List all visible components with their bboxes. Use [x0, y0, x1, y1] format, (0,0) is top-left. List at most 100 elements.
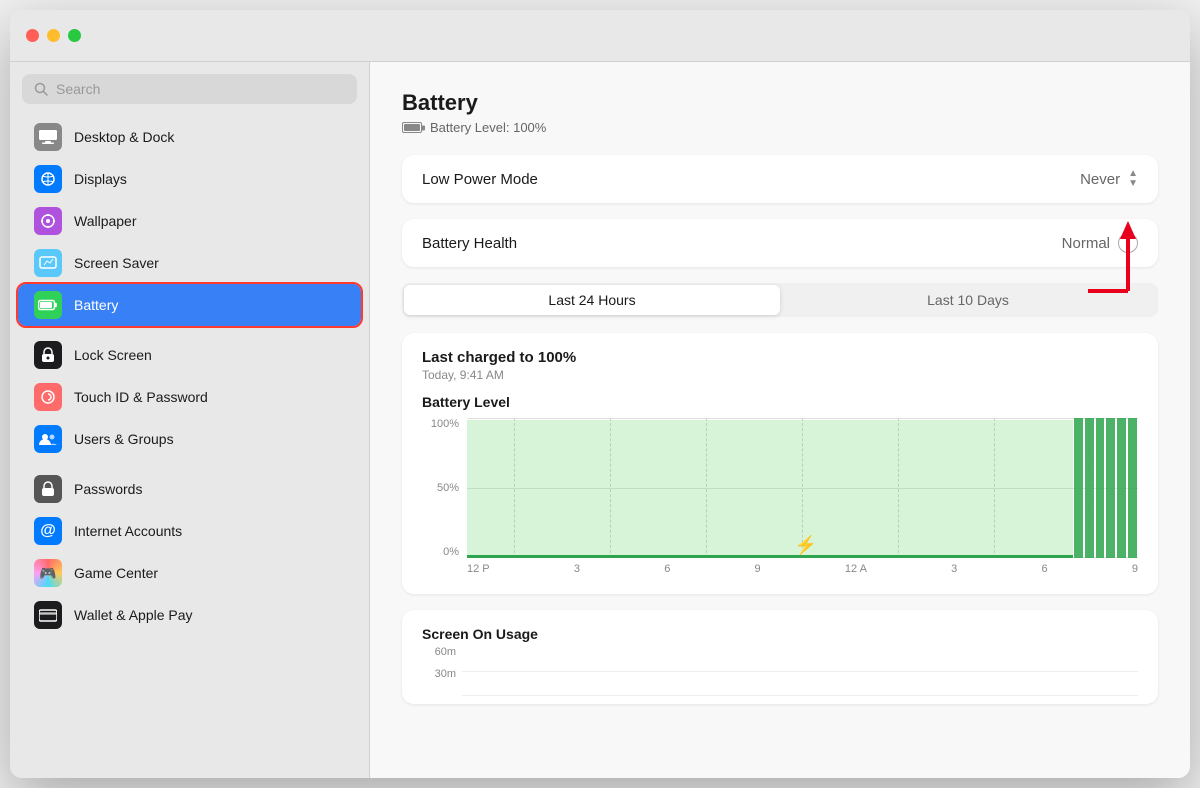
screen-y-30m: 30m — [435, 668, 456, 680]
battery-fill-area — [467, 420, 1073, 558]
minimize-button[interactable] — [47, 29, 60, 42]
stepper-control[interactable]: ▲ ▼ — [1128, 169, 1138, 189]
close-button[interactable] — [26, 29, 39, 42]
battery-chart-section: Last charged to 100% Today, 9:41 AM Batt… — [402, 333, 1158, 594]
users-groups-label: Users & Groups — [74, 431, 174, 447]
x-label-3a: 3 — [574, 563, 580, 575]
y-label-100: 100% — [431, 418, 459, 430]
wallet-icon — [34, 601, 62, 629]
red-arrow-svg — [1080, 211, 1140, 301]
page-title: Battery — [402, 90, 1158, 116]
x-label-9a: 9 — [755, 563, 761, 575]
wallpaper-label: Wallpaper — [74, 213, 137, 229]
traffic-lights — [26, 29, 81, 42]
internet-accounts-label: Internet Accounts — [74, 523, 182, 539]
y-axis: 100% 50% 0% — [422, 418, 467, 578]
search-icon — [34, 82, 48, 96]
main-content: Battery Battery Level: 100% Low Power Mo… — [370, 62, 1190, 778]
users-groups-icon — [34, 425, 62, 453]
battery-sidebar-label: Battery — [74, 297, 118, 313]
battery-baseline — [467, 555, 1073, 558]
battery-icon-subtitle — [402, 122, 422, 133]
sidebar-item-game-center[interactable]: 🎮 Game Center — [18, 552, 361, 594]
page-header: Battery Battery Level: 100% — [402, 90, 1158, 135]
separator-1 — [10, 326, 369, 334]
game-center-icon: 🎮 — [34, 559, 62, 587]
x-label-6a: 6 — [664, 563, 670, 575]
x-axis-labels: 12 P 3 6 9 12 A 3 6 9 — [467, 560, 1138, 578]
last-charged-label: Last charged to 100% — [422, 349, 1138, 366]
screen-usage-section: Screen On Usage 60m 30m — [402, 610, 1158, 704]
sidebar-item-desktop-dock[interactable]: Desktop & Dock — [18, 116, 361, 158]
x-label-12a: 12 A — [845, 563, 867, 575]
battery-sidebar-icon — [34, 291, 62, 319]
touch-id-label: Touch ID & Password — [74, 389, 208, 405]
screen-y-60m: 60m — [435, 646, 456, 658]
low-power-row: Low Power Mode Never ▲ ▼ — [402, 155, 1158, 203]
wallet-label: Wallet & Apple Pay — [74, 607, 193, 623]
lightning-icon: ⚡ — [795, 535, 817, 556]
desktop-dock-label: Desktop & Dock — [74, 129, 174, 145]
charging-area — [1073, 418, 1138, 558]
lock-screen-label: Lock Screen — [74, 347, 152, 363]
chart-plot-area: ⚡ 12 P 3 6 9 12 A 3 6 9 — [467, 418, 1138, 578]
separator-2 — [10, 460, 369, 468]
battery-health-wrapper: Battery Health Normal i — [402, 219, 1158, 267]
displays-label: Displays — [74, 171, 127, 187]
last-charged-time: Today, 9:41 AM — [422, 368, 1138, 382]
y-label-0: 0% — [443, 546, 459, 558]
sidebar: Search Desktop & Dock — [10, 62, 370, 778]
displays-icon — [34, 165, 62, 193]
main-window: Search Desktop & Dock — [10, 10, 1190, 778]
search-bar[interactable]: Search — [22, 74, 357, 104]
sidebar-item-users-groups[interactable]: Users & Groups — [18, 418, 361, 460]
maximize-button[interactable] — [68, 29, 81, 42]
screen-saver-icon — [34, 249, 62, 277]
x-label-3b: 3 — [951, 563, 957, 575]
y-label-50: 50% — [437, 482, 459, 494]
tab-24h[interactable]: Last 24 Hours — [404, 285, 780, 315]
sidebar-item-displays[interactable]: Displays — [18, 158, 361, 200]
wallpaper-icon — [34, 207, 62, 235]
touch-id-icon — [34, 383, 62, 411]
passwords-label: Passwords — [74, 481, 142, 497]
desktop-dock-icon — [34, 123, 62, 151]
low-power-value: Never — [1080, 171, 1120, 188]
x-label-12p: 12 P — [467, 563, 490, 575]
screen-on-usage-label: Screen On Usage — [422, 626, 1138, 642]
battery-health-row: Battery Health Normal i — [402, 219, 1158, 267]
sidebar-item-wallet[interactable]: Wallet & Apple Pay — [18, 594, 361, 636]
sidebar-item-battery[interactable]: Battery — [18, 284, 361, 326]
battery-level-chart-label: Battery Level — [422, 394, 1138, 410]
chart-header: Last charged to 100% Today, 9:41 AM — [422, 349, 1138, 382]
arrow-annotation — [1080, 211, 1140, 306]
screen-chart — [462, 646, 1138, 696]
low-power-label: Low Power Mode — [422, 171, 538, 188]
low-power-value-container: Never ▲ ▼ — [1080, 169, 1138, 189]
page-subtitle: Battery Level: 100% — [402, 120, 1158, 135]
x-label-6b: 6 — [1041, 563, 1047, 575]
lock-screen-icon — [34, 341, 62, 369]
sidebar-item-screen-saver[interactable]: Screen Saver — [18, 242, 361, 284]
tab-switcher: Last 24 Hours Last 10 Days — [402, 283, 1158, 317]
game-center-label: Game Center — [74, 565, 158, 581]
battery-level-chart: 100% 50% 0% — [422, 418, 1138, 578]
low-power-card: Low Power Mode Never ▲ ▼ — [402, 155, 1158, 203]
sidebar-item-touch-id[interactable]: Touch ID & Password — [18, 376, 361, 418]
search-placeholder: Search — [56, 81, 100, 97]
sidebar-item-passwords[interactable]: Passwords — [18, 468, 361, 510]
sidebar-item-lock-screen[interactable]: Lock Screen — [18, 334, 361, 376]
sidebar-item-internet-accounts[interactable]: @ Internet Accounts — [18, 510, 361, 552]
content-area: Search Desktop & Dock — [10, 62, 1190, 778]
screen-usage-chart-area: 60m 30m — [422, 646, 1138, 696]
internet-accounts-icon: @ — [34, 517, 62, 545]
screen-saver-label: Screen Saver — [74, 255, 159, 271]
battery-health-label: Battery Health — [422, 235, 517, 252]
passwords-icon — [34, 475, 62, 503]
screen-y-axis: 60m 30m — [422, 646, 462, 696]
battery-level-text: Battery Level: 100% — [430, 120, 546, 135]
sidebar-item-wallpaper[interactable]: Wallpaper — [18, 200, 361, 242]
x-label-9b: 9 — [1132, 563, 1138, 575]
titlebar — [10, 10, 1190, 62]
battery-health-card: Battery Health Normal i — [402, 219, 1158, 267]
